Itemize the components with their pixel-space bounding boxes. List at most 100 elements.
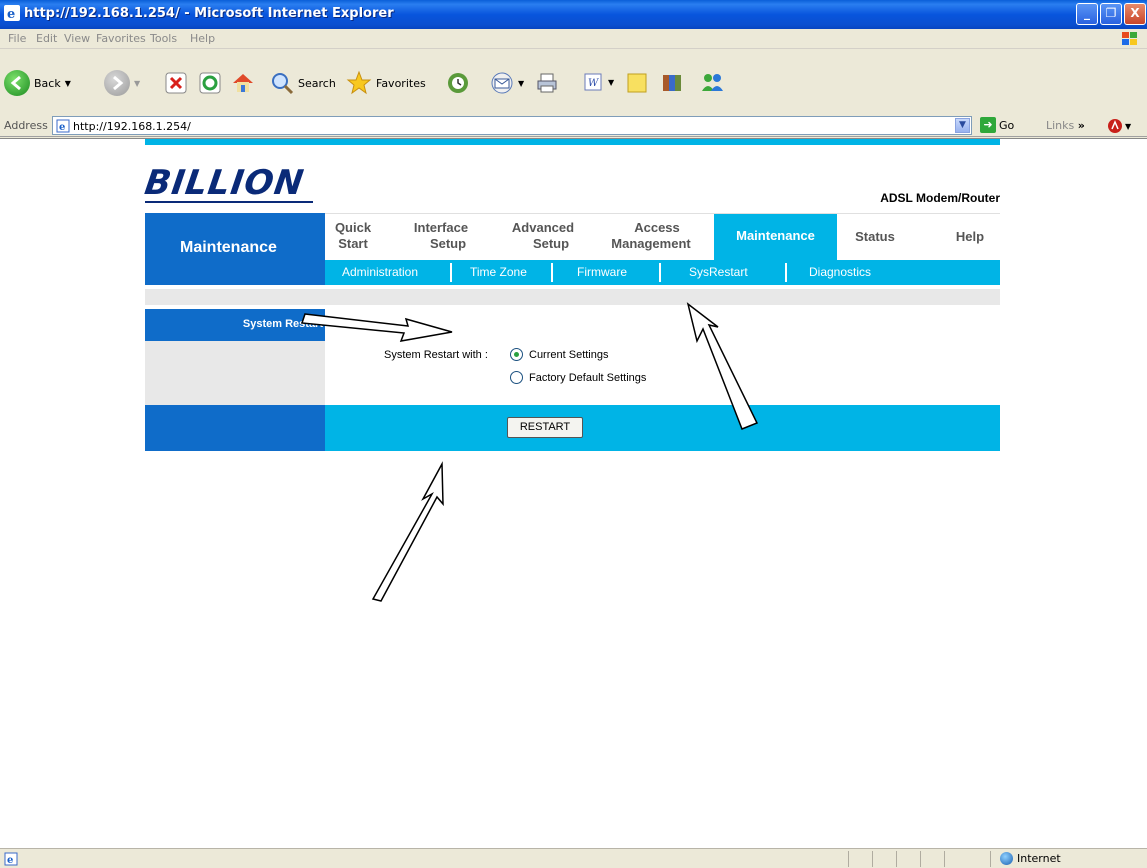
status-divider bbox=[872, 851, 873, 867]
address-url: http://192.168.1.254/ bbox=[73, 120, 191, 133]
footer-right-band bbox=[325, 405, 1000, 451]
option-factory-default[interactable]: Factory Default Settings bbox=[510, 371, 646, 384]
nav-maintenance[interactable]: Maintenance bbox=[714, 214, 837, 262]
address-bar: Address e http://192.168.1.254/ ▼ ➜ Go L… bbox=[0, 115, 1147, 137]
search-icon bbox=[272, 73, 294, 95]
refresh-button[interactable] bbox=[198, 71, 222, 95]
nav-access-management[interactable]: Access Management bbox=[601, 220, 701, 252]
mail-button[interactable]: ▼ bbox=[490, 71, 524, 95]
status-divider bbox=[896, 851, 897, 867]
go-arrow-icon: ➜ bbox=[980, 117, 996, 133]
back-arrow-icon bbox=[4, 70, 30, 96]
menu-tools[interactable]: Tools bbox=[150, 32, 177, 45]
links-toolbar[interactable]: Links » bbox=[1046, 119, 1085, 132]
discuss-button[interactable] bbox=[625, 71, 649, 95]
stop-button[interactable] bbox=[164, 71, 188, 95]
restore-button[interactable]: ❐ bbox=[1100, 3, 1122, 25]
forward-button[interactable]: ▼ bbox=[104, 70, 140, 96]
nav-help[interactable]: Help bbox=[945, 229, 995, 245]
note-icon bbox=[627, 73, 647, 93]
factory-default-radio[interactable] bbox=[510, 371, 523, 384]
subnav-time-zone[interactable]: Time Zone bbox=[470, 265, 527, 279]
product-name: ADSL Modem/Router bbox=[880, 191, 1000, 205]
nav-label-line1: Maintenance bbox=[736, 228, 815, 243]
restart-button[interactable]: RESTART bbox=[507, 417, 583, 438]
acrobat-icon[interactable]: ▼ bbox=[1106, 117, 1132, 135]
minimize-button[interactable]: _ bbox=[1076, 3, 1098, 25]
address-input[interactable]: e http://192.168.1.254/ ▼ bbox=[52, 116, 972, 135]
subnav-administration[interactable]: Administration bbox=[342, 265, 418, 279]
current-settings-radio[interactable] bbox=[510, 348, 523, 361]
messenger-icon bbox=[702, 74, 723, 91]
subnav-divider bbox=[785, 263, 787, 282]
subnav-divider bbox=[659, 263, 661, 282]
word-document-icon: W bbox=[584, 73, 602, 91]
current-settings-label: Current Settings bbox=[529, 348, 609, 361]
home-button[interactable] bbox=[230, 70, 256, 96]
nav-label-line2: Management bbox=[611, 236, 691, 251]
billion-logo: BILLION bbox=[142, 163, 307, 203]
browser-window: e http://192.168.1.254/ - Microsoft Inte… bbox=[0, 0, 1147, 868]
history-icon bbox=[448, 73, 468, 93]
factory-default-label: Factory Default Settings bbox=[529, 371, 647, 384]
menu-help[interactable]: Help bbox=[190, 32, 215, 45]
menu-bar: File Edit View Favorites Tools Help bbox=[0, 29, 1147, 49]
status-divider bbox=[848, 851, 849, 867]
mail-icon bbox=[491, 72, 513, 94]
svg-text:e: e bbox=[7, 7, 15, 21]
svg-text:e: e bbox=[7, 855, 13, 866]
nav-status[interactable]: Status bbox=[845, 229, 905, 245]
back-button[interactable]: Back ▼ bbox=[4, 70, 71, 96]
chevron-down-icon: ▼ bbox=[608, 77, 615, 87]
windows-logo-icon bbox=[1122, 32, 1137, 45]
address-dropdown-icon[interactable]: ▼ bbox=[955, 118, 970, 133]
close-button[interactable]: X bbox=[1124, 3, 1146, 25]
nav-advanced-setup[interactable]: Advanced Setup bbox=[503, 220, 583, 252]
page-status-icon: e bbox=[4, 852, 18, 866]
forward-arrow-icon bbox=[104, 70, 130, 96]
nav-quick-start[interactable]: Quick Start bbox=[328, 220, 378, 252]
subnav-sysrestart[interactable]: SysRestart bbox=[689, 265, 748, 279]
edit-button[interactable]: W ▼ bbox=[582, 71, 614, 93]
menu-favorites[interactable]: Favorites bbox=[96, 32, 146, 45]
left-panel-gray bbox=[145, 341, 325, 405]
menu-file[interactable]: File bbox=[8, 32, 26, 45]
status-divider bbox=[944, 851, 945, 867]
research-button[interactable] bbox=[660, 71, 684, 95]
nav-label-line2: Setup bbox=[429, 236, 467, 251]
subnav-firmware[interactable]: Firmware bbox=[577, 265, 627, 279]
toolbar: Back ▼ ▼ Search Favorites ▼ W ▼ bbox=[0, 50, 1147, 116]
svg-text:e: e bbox=[59, 122, 65, 133]
search-button[interactable]: Search bbox=[270, 71, 336, 95]
nav-label-line1: Advanced bbox=[511, 220, 575, 235]
zone-label: Internet bbox=[1017, 852, 1061, 865]
nav-label-line2: Setup bbox=[532, 236, 570, 251]
printer-icon bbox=[537, 73, 557, 93]
go-button[interactable]: ➜ Go bbox=[980, 117, 1014, 133]
history-button[interactable] bbox=[446, 71, 470, 95]
go-label: Go bbox=[999, 118, 1015, 132]
main-nav: Quick Start Interface Setup Advanced Set… bbox=[325, 213, 1000, 262]
status-divider bbox=[920, 851, 921, 867]
star-icon bbox=[346, 70, 372, 95]
page-content: BILLION ADSL Modem/Router Maintenance Qu… bbox=[0, 138, 1147, 848]
nav-label-line1: Access bbox=[634, 220, 680, 235]
internet-explorer-icon: e bbox=[4, 5, 20, 21]
subnav-divider bbox=[551, 263, 553, 282]
messenger-button[interactable] bbox=[700, 71, 726, 95]
title-bar: e http://192.168.1.254/ - Microsoft Inte… bbox=[0, 0, 1147, 29]
menu-edit[interactable]: Edit bbox=[36, 32, 57, 45]
nav-label-line1: Interface bbox=[413, 220, 469, 235]
svg-text:▼: ▼ bbox=[1125, 122, 1132, 131]
nav-interface-setup[interactable]: Interface Setup bbox=[405, 220, 477, 252]
subnav-diagnostics[interactable]: Diagnostics bbox=[809, 265, 871, 279]
nav-label-line1: Status bbox=[855, 229, 895, 244]
print-button[interactable] bbox=[535, 71, 559, 95]
arrow-to-restart-button bbox=[371, 461, 444, 602]
option-current-settings[interactable]: Current Settings bbox=[510, 348, 608, 361]
menu-view[interactable]: View bbox=[64, 32, 90, 45]
chevron-down-icon: ▼ bbox=[64, 78, 71, 88]
favorites-button[interactable]: Favorites bbox=[346, 70, 426, 96]
refresh-icon bbox=[199, 72, 221, 94]
search-label: Search bbox=[298, 76, 336, 90]
